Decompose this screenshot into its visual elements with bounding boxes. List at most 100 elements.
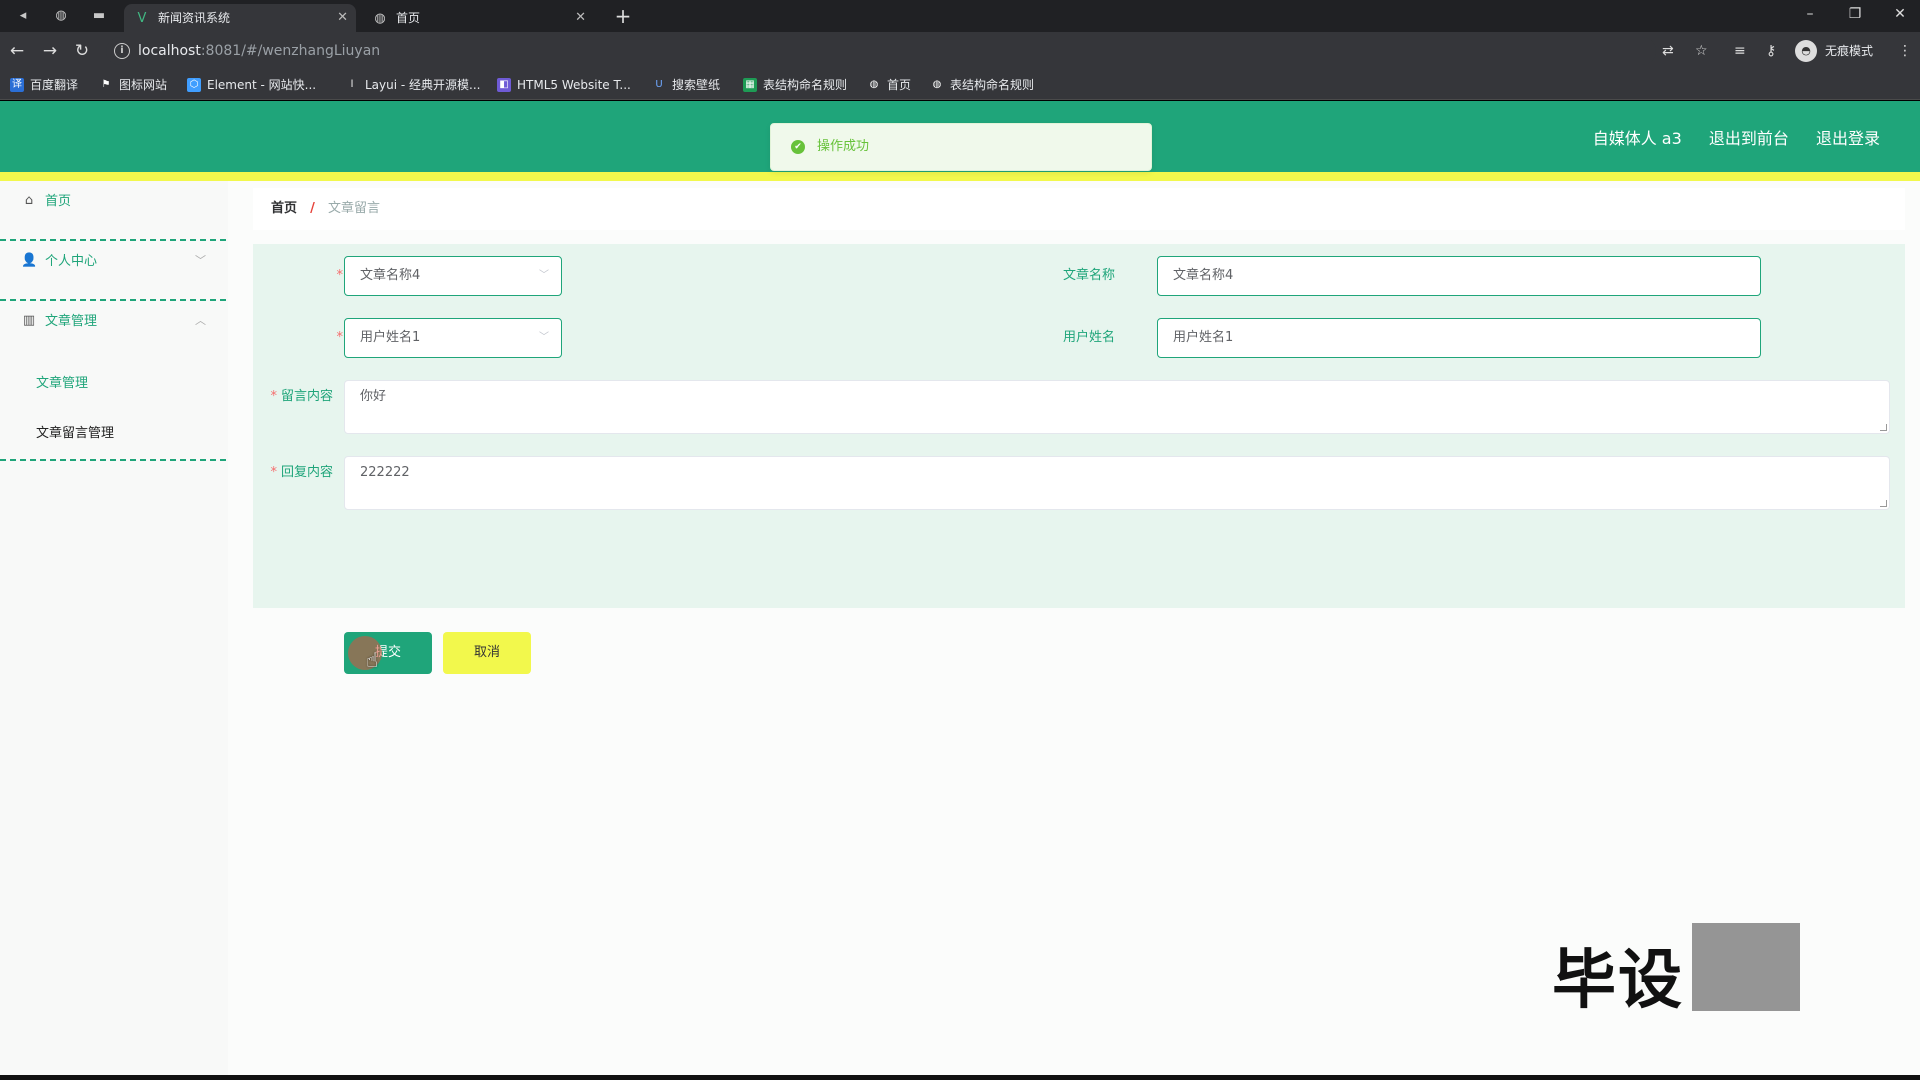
reply-label: * 回复内容 [270,465,333,480]
incognito-profile[interactable]: ◓ 无痕模式 [1795,39,1873,63]
bookmark-item[interactable]: l Layui - 经典开源模... [345,76,481,94]
label-text: 用户姓名 [1062,330,1115,345]
submenu-item-article-comments[interactable]: 文章留言管理 [0,409,228,459]
new-tab-button[interactable]: + [611,4,635,28]
sidebar-item-label: 个人中心 [45,254,98,269]
input-value: 用户姓名1 [1173,330,1234,345]
article-name-input[interactable]: 文章名称4 [1157,256,1761,296]
menu-kebab-icon[interactable]: ⋮ [1898,41,1912,61]
submenu-item-article-mgmt[interactable]: 文章管理 [0,359,228,409]
reply-textarea[interactable]: 222222 [344,456,1890,510]
sidebar-item-label: 文章管理 [45,314,98,329]
textarea-value: 你好 [360,389,387,404]
bookmarks-bar: 译百度翻译 ⚑ 图标网站 ⬡ Element - 网站快... l Layui - 经… [0,70,1920,100]
cancel-button[interactable]: 取消 [443,632,531,674]
toast-message: 操作成功 [817,139,870,154]
current-user: 自媒体人 a3 [1592,129,1682,148]
wallpaper-icon: U [655,79,663,90]
bookmark-item[interactable]: ◍ 表结构命名规则 [930,76,1034,94]
breadcrumb-home[interactable]: 首页 [271,201,297,216]
sidebar-item-personal-center[interactable]: 👤 个人中心 ﹀ [0,241,228,299]
bookmark-label: HTML5 Website T... [517,78,631,92]
chevron-up-icon: ︿ [195,314,206,327]
message-textarea[interactable]: 你好 [344,380,1890,434]
key-icon[interactable]: ⚷ [1766,41,1776,61]
bookmark-item[interactable]: ⚑ 图标网站 [99,76,168,94]
bookmark-label: 表结构命名规则 [950,78,1035,92]
header-accent-bar [0,172,1920,181]
browser-tab-bar: ◂ ◍ ▬ V 新闻资讯系统 ✕ ◍ 首页 ✕ + – ❐ ✕ [0,0,1920,32]
bookmark-item[interactable]: 译百度翻译 [10,76,78,94]
label-text: 留言内容 [280,389,333,404]
tab-home[interactable]: ◍ 首页 ✕ [362,4,594,32]
reload-button[interactable]: ↻ [71,40,93,62]
bookmark-label: Layui - 经典开源模... [365,78,481,92]
window-icon[interactable]: ▬ [90,7,108,25]
home-icon: ⌂ [24,193,34,208]
logout-link[interactable]: 退出登录 [1816,129,1880,148]
info-icon[interactable]: i [114,43,130,59]
flag-icon: ⚑ [101,79,111,90]
tab-news-system[interactable]: V 新闻资讯系统 ✕ [124,4,356,32]
media-icon[interactable]: ◂ [14,7,32,25]
url-path: :8081/#/wenzhangLiuyan [200,43,381,59]
profile-label: 无痕模式 [1825,44,1874,58]
globe-icon[interactable]: ◍ [52,7,70,25]
book-icon: ▥ [22,313,36,328]
globe-icon: ◍ [932,79,942,90]
bookmark-item[interactable]: U 搜索壁纸 [652,76,720,94]
translate-icon[interactable]: ⇄ [1662,41,1674,61]
vue-icon: V [137,11,147,26]
forward-button[interactable]: → [39,40,61,62]
url-input[interactable]: i localhost:8081/#/wenzhangLiuyan [106,37,1656,65]
tab-title: 首页 [396,11,421,25]
resize-handle-icon[interactable] [1880,500,1887,507]
url-host: localhost [138,43,201,59]
star-icon[interactable]: ☆ [1695,41,1708,61]
tab-title: 新闻资讯系统 [158,11,231,25]
select-value: 用户姓名1 [360,330,421,345]
restore-button[interactable]: ❐ [1835,2,1875,26]
bookmark-item[interactable]: ▦ 表结构命名规则 [743,76,847,94]
reading-list-icon[interactable]: ≡ [1734,41,1746,61]
sidebar-item-article-mgmt[interactable]: ▥ 文章管理 ︿ [0,301,228,359]
user-icon: 👤 [21,253,38,268]
input-value: 文章名称4 [1173,268,1234,283]
bookmark-item[interactable]: ⬡ Element - 网站快... [187,76,316,94]
minimize-button[interactable]: – [1790,2,1830,26]
blurred-watermark [1692,923,1800,1011]
watermark: 毕设 [1552,944,1684,1018]
article-select[interactable]: 文章名称4 ﹀ [344,256,562,296]
check-circle-icon: ✔ [791,140,805,154]
breadcrumb-current: 文章留言 [328,201,381,216]
back-button[interactable]: ← [6,40,28,62]
bottom-strip [0,1075,1920,1080]
user-select[interactable]: 用户姓名1 ﹀ [344,318,562,358]
close-window-button[interactable]: ✕ [1880,2,1920,26]
web-page: 自媒体人 a3 退出到前台 退出登录 ✔ 操作成功 ⌂ 首页 👤 个人中心 ﹀ … [0,101,1920,1075]
element-icon: ⬡ [187,78,201,92]
globe-icon: ◍ [869,79,879,90]
bookmark-label: 表结构命名规则 [763,78,848,92]
user-name-input[interactable]: 用户姓名1 [1157,318,1761,358]
message-label: * 留言内容 [270,389,333,404]
incognito-icon: ◓ [1795,40,1817,62]
textarea-value: 222222 [360,465,410,480]
select-value: 文章名称4 [360,268,421,283]
breadcrumb-separator: / [310,201,315,216]
bookmark-label: 首页 [887,78,912,92]
sidebar: ⌂ 首页 👤 个人中心 ﹀ ▥ 文章管理 ︿ 文章管理 文章留言管理 [0,181,228,1075]
sidebar-item-home[interactable]: ⌂ 首页 [0,181,228,239]
chevron-down-icon: ﹀ [539,270,549,281]
html5-icon: ◧ [497,78,511,92]
label-text: 回复内容 [280,465,333,480]
sheet-icon: ▦ [743,78,757,92]
back-to-front-link[interactable]: 退出到前台 [1709,129,1789,148]
header-links: 自媒体人 a3 退出到前台 退出登录 [1571,127,1880,151]
close-icon[interactable]: ✕ [337,4,348,32]
resize-handle-icon[interactable] [1880,424,1887,431]
close-icon[interactable]: ✕ [575,4,586,32]
bookmark-item[interactable]: ◍ 首页 [867,76,911,94]
bookmark-item[interactable]: ◧ HTML5 Website T... [497,76,631,94]
globe-icon: ◍ [374,11,386,26]
